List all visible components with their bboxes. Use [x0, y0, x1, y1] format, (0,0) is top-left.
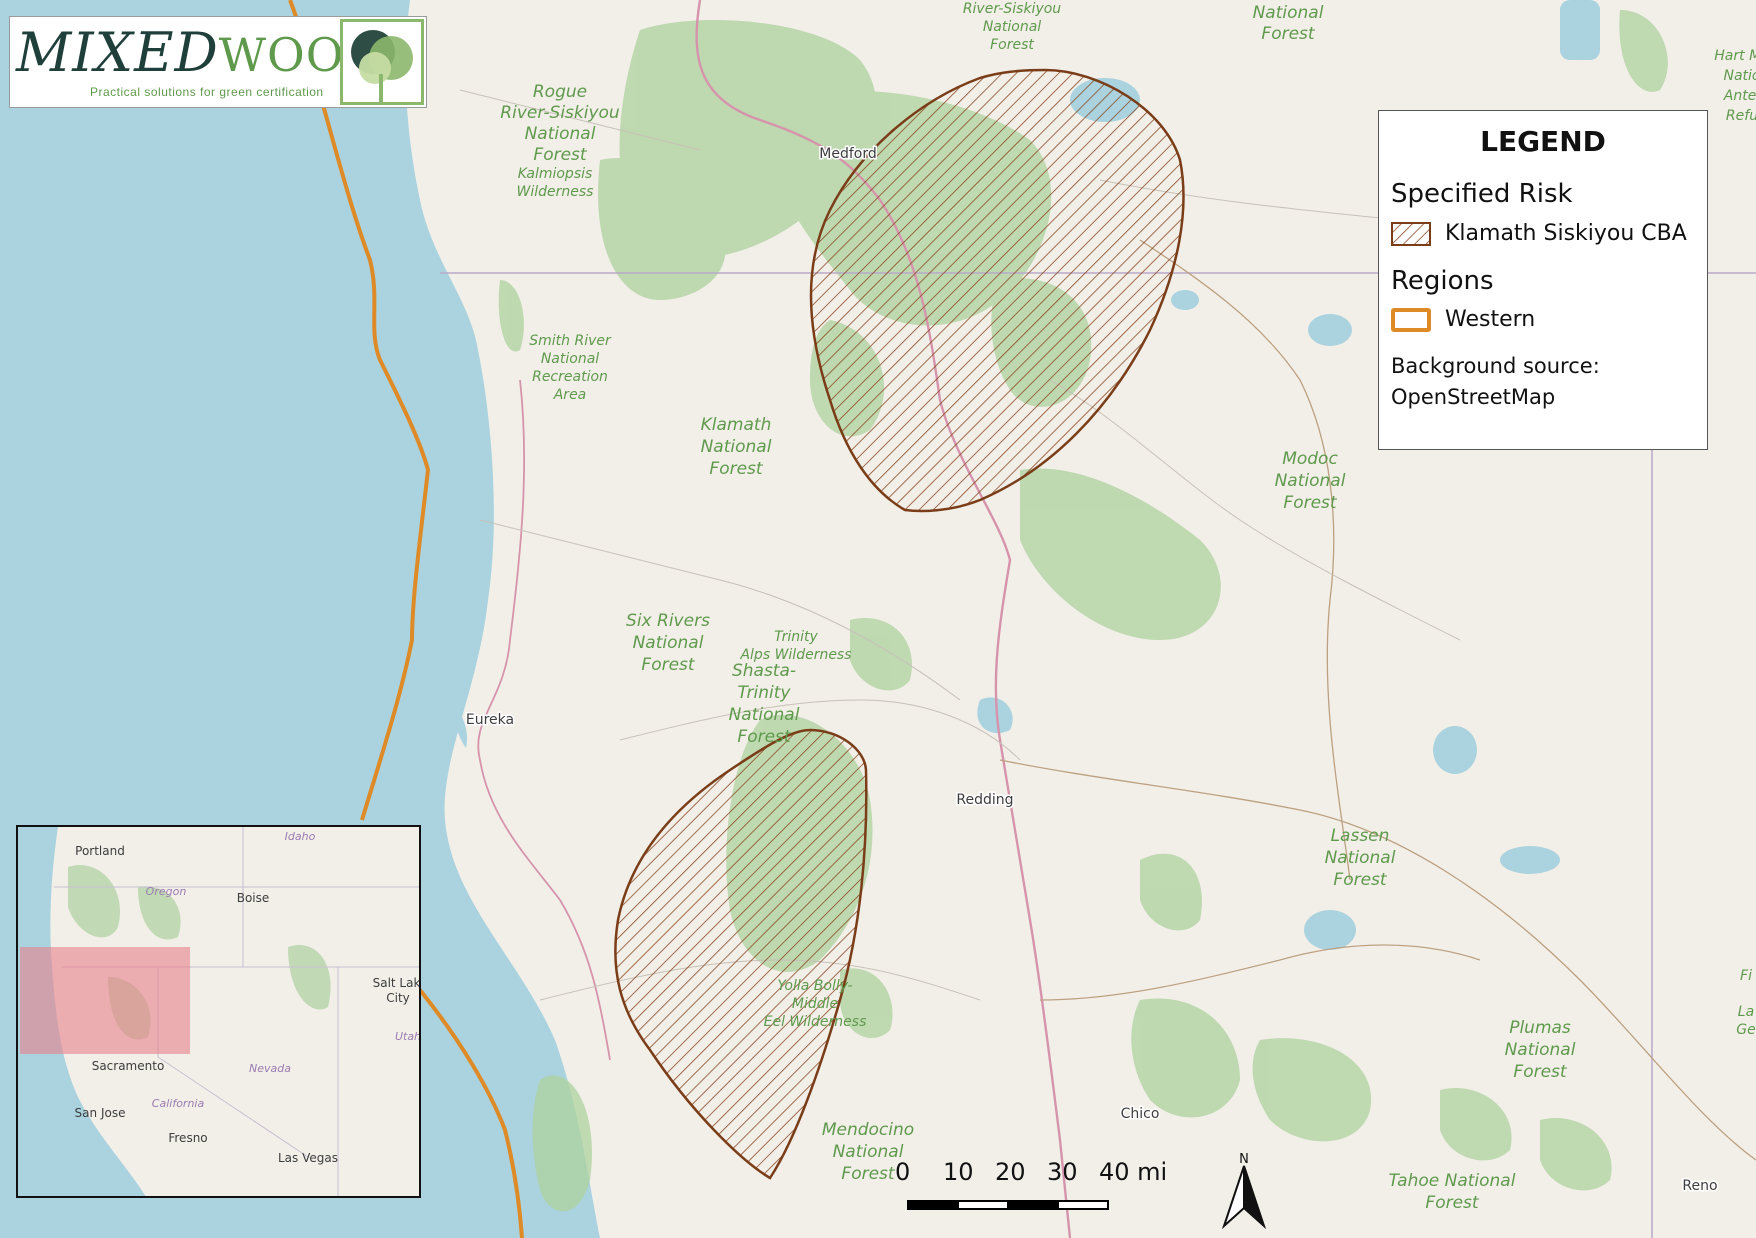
- legend-item-klamath-siskiyou: Klamath Siskiyou CBA: [1391, 221, 1687, 246]
- city-label-chico: Chico: [1121, 1106, 1160, 1122]
- inset-overview-map: Portland Boise Salt Lake City Sacramento…: [16, 825, 421, 1198]
- forest-label-kalmiopsis: Kalmiopsis Wilderness: [517, 166, 594, 200]
- forest-label-shasta-trinity: Shasta-Trinity National Forest: [729, 661, 800, 747]
- inset-state-california: California: [152, 1097, 205, 1110]
- inset-state-oregon: Oregon: [146, 885, 187, 898]
- forest-label-rogue-river: Rogue River-Siskiyou National Forest: [500, 82, 620, 165]
- legend-specified-risk-heading: Specified Risk: [1391, 179, 1573, 209]
- scale-segment-4: [1057, 1200, 1109, 1210]
- klamath-siskiyou-cba-south: [614, 728, 868, 1180]
- north-arrow: N: [1214, 1150, 1274, 1230]
- forest-label-hart-mountain: Hart MoNatioAntelRefu: [1714, 48, 1756, 124]
- forest-label-plumas: Plumas National Forest: [1505, 1018, 1576, 1082]
- forest-label-klamath: Klamath National Forest: [701, 415, 772, 479]
- scale-segment-3: [1007, 1200, 1059, 1210]
- inset-city-las-vegas: Las Vegas: [278, 1151, 338, 1165]
- forest-label-national-forest-top: National Forest: [1253, 3, 1324, 44]
- forest-label-trinity-alps: Trinity Alps Wilderness: [739, 629, 851, 663]
- north-letter: N: [1239, 1152, 1249, 1167]
- legend-item-western-label: Western: [1445, 307, 1536, 332]
- inset-city-salt-lake-2: City: [386, 991, 410, 1005]
- mixedwood-logo: MIXEDWOOD Practical solutions for green …: [9, 16, 427, 108]
- legend-item-western: Western: [1391, 307, 1535, 332]
- forest-label-six-rivers: Six Rivers National Forest: [626, 611, 710, 675]
- forest-label-tahoe: Tahoe National Forest: [1389, 1171, 1516, 1213]
- forest-label-river-siskiyou-top: River-Siskiyou National Forest: [963, 1, 1061, 53]
- logo-tagline: Practical solutions for green certificat…: [90, 85, 324, 99]
- north-arrow-icon: N: [1221, 1152, 1267, 1230]
- logo-word-mixed: MIXED: [16, 21, 219, 84]
- inset-city-sacramento: Sacramento: [92, 1059, 165, 1073]
- city-label-reno: Reno: [1682, 1178, 1717, 1194]
- inset-state-nevada: Nevada: [249, 1062, 291, 1075]
- legend-source-line2: OpenStreetMap: [1391, 385, 1556, 409]
- legend-source: Background source: OpenStreetMap: [1391, 351, 1600, 413]
- inset-state-utah: Utah: [395, 1030, 421, 1043]
- forest-label-smith-river: Smith River National Recreation Area: [529, 333, 612, 403]
- inset-city-fresno: Fresno: [168, 1131, 207, 1145]
- scale-segment-1: [907, 1200, 959, 1210]
- city-label-medford: Medford: [819, 146, 876, 162]
- legend-regions-heading: Regions: [1391, 266, 1494, 296]
- city-label-redding: Redding: [956, 792, 1013, 808]
- map-legend: LEGEND Specified Risk Klamath Siskiyou C…: [1378, 110, 1708, 450]
- region-outline-swatch-icon: [1391, 307, 1431, 332]
- inset-city-portland: Portland: [75, 844, 125, 858]
- hatch-swatch-icon: [1391, 221, 1431, 246]
- legend-source-line1: Background source:: [1391, 354, 1600, 378]
- legend-title: LEGEND: [1480, 125, 1606, 158]
- forest-label-modoc: Modoc National Forest: [1275, 449, 1346, 513]
- scale-tick-0: 0: [895, 1158, 911, 1186]
- legend-item-klamath-label: Klamath Siskiyou CBA: [1445, 221, 1687, 246]
- scale-tick-10: 10: [943, 1158, 974, 1186]
- scale-bar: 0 10 20 30 40 mi: [895, 1158, 1175, 1238]
- tree-logo-icon: [340, 19, 424, 105]
- inset-city-boise: Boise: [237, 891, 270, 905]
- inset-city-salt-lake: Salt Lake: [373, 976, 421, 990]
- forest-label-lassen: Lassen National Forest: [1325, 826, 1396, 890]
- scale-tick-40: 40 mi: [1099, 1158, 1168, 1186]
- scale-tick-30: 30: [1047, 1158, 1078, 1186]
- inset-state-idaho: Idaho: [285, 830, 316, 843]
- city-label-eureka: Eureka: [466, 712, 514, 728]
- logo-wordmark: MIXEDWOOD: [16, 23, 382, 85]
- inset-map-extent: [20, 947, 190, 1054]
- forest-label-edge-right: Fi La Ge: [1736, 968, 1755, 1038]
- inset-city-san-jose: San Jose: [75, 1106, 126, 1120]
- scale-tick-20: 20: [995, 1158, 1026, 1186]
- scale-segment-2: [957, 1200, 1009, 1210]
